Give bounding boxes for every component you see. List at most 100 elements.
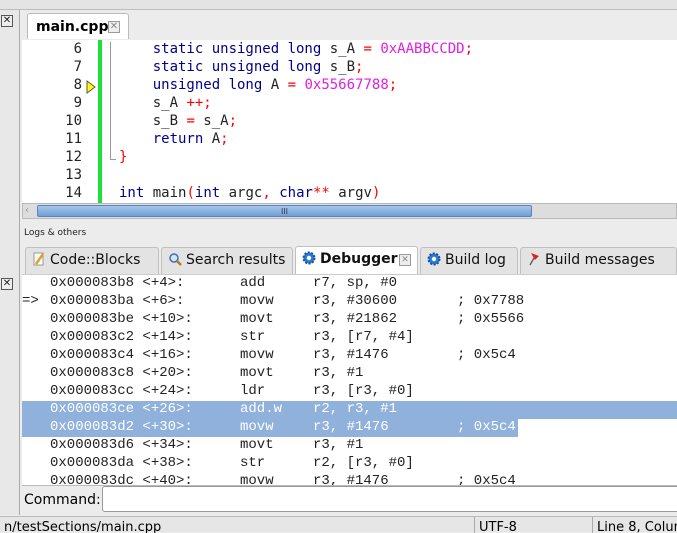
magnifier-icon (168, 252, 186, 268)
disassembly-row[interactable]: => 0x000083ba <+6>: movw r3, #30600 ; 0x7788 (22, 293, 677, 311)
status-position: Line 8, Colum (592, 517, 677, 533)
disassembly-row[interactable]: 0x000083d2 <+30>: movw r3, #1476 ; 0x5c4 (22, 419, 518, 437)
command-label: Command: (24, 492, 101, 508)
tab-main-cpp[interactable]: main.cpp ✕ (27, 13, 129, 39)
code-line: static unsigned long s_A = 0xAABBCCDD; (119, 41, 473, 57)
code-token: argc (220, 185, 263, 201)
disassembly-row[interactable]: 0x000083d6 <+34>: movt r3, #1 (22, 437, 677, 455)
code-token: 0xAABBCCDD (380, 41, 465, 57)
line-number: 13 (65, 167, 82, 183)
disassembly-row[interactable]: 0x000083dc <+40>: movw r3, #1476 ; 0x5c4 (22, 473, 677, 485)
mnemonic: add (240, 275, 266, 291)
address: 0x000083b8 <+4>: (50, 275, 185, 291)
code-token: argv (329, 185, 372, 201)
disassembly-row[interactable]: 0x000083c4 <+16>: movw r3, #1476 ; 0x5c4 (22, 347, 677, 365)
disassembly-row[interactable]: 0x000083c8 <+20>: movt r3, #1 (22, 365, 677, 383)
code-line: int main(int argc, char** argv) (119, 185, 380, 201)
tab-build-messages[interactable]: Build messages (520, 247, 677, 274)
close-tab-icon[interactable]: ✕ (108, 21, 120, 33)
disassembly-row[interactable]: 0x000083be <+10>: movt r3, #21862 ; 0x5566 (22, 311, 677, 329)
disassembly-view[interactable]: 0x000083b8 <+4>: add r7, sp, #0 => 0x000083b… (22, 274, 677, 485)
operands: r3, #30600 (313, 293, 398, 309)
scroll-left-icon[interactable]: ‹ (25, 205, 29, 216)
top-toolbar-strip (0, 0, 677, 10)
close-icon[interactable]: ✕ (1, 278, 13, 290)
tab-label: Code::Blocks (50, 252, 141, 268)
disassembly-row[interactable]: 0x000083cc <+24>: ldr r3, [r3, #0] (22, 383, 677, 401)
tab-label: Search results (186, 252, 286, 268)
code-token: s_A (194, 113, 229, 129)
close-icon[interactable]: ✕ (1, 15, 13, 27)
comment: ; 0x5566 (457, 311, 525, 327)
operands: r7, sp, #0 (313, 275, 398, 291)
line-number: 7 (73, 59, 82, 75)
horizontal-scrollbar[interactable]: ‹ III (22, 203, 677, 219)
pencil-icon (32, 252, 50, 268)
line-number: 9 (73, 95, 82, 111)
address: 0x000083dc <+40>: (50, 473, 193, 485)
command-input[interactable] (102, 486, 677, 512)
changebar (98, 40, 102, 203)
code-token: return (152, 131, 204, 147)
mnemonic: movt (240, 311, 274, 327)
address: 0x000083cc <+24>: (50, 383, 193, 399)
code-token: A (203, 131, 221, 147)
code-token: = (186, 113, 195, 129)
disassembly-row[interactable]: 0x000083b8 <+4>: add r7, sp, #0 (22, 275, 677, 293)
code-token: static unsigned long (152, 41, 322, 57)
left-panel: ✕ ✕ (0, 10, 20, 515)
tab-build-log[interactable]: Build log (420, 247, 518, 274)
tab-debugger[interactable]: Debugger ✕ (295, 246, 418, 274)
operands: r2, r3, #1 (313, 401, 398, 417)
code-token: int (119, 185, 145, 201)
code-editor[interactable]: 6 static unsigned long s_A = 0xAABBCCDD;… (22, 40, 677, 203)
code-line: static unsigned long s_B; (119, 59, 364, 75)
line-number: 11 (65, 131, 82, 147)
mnemonic: add.w (240, 401, 283, 417)
code-line: unsigned long A = 0x55667788; (119, 77, 397, 93)
current-marker: => (22, 293, 39, 309)
code-token: ; (355, 59, 364, 75)
disassembly-row[interactable]: 0x000083c2 <+14>: str r3, [r7, #4] (22, 329, 677, 347)
tab-label: Debugger (320, 251, 398, 267)
tab-search-results[interactable]: Search results (161, 247, 293, 274)
operands: r3, #1 (313, 365, 364, 381)
close-tab-icon[interactable]: ✕ (399, 254, 411, 266)
code-token: ; (228, 113, 238, 129)
address: 0x000083c8 <+20>: (50, 365, 193, 381)
code-token: A (262, 77, 288, 93)
tab-label: main.cpp (36, 19, 109, 35)
mnemonic: ldr (240, 383, 266, 399)
code-token: static unsigned long (152, 59, 322, 75)
code-token: = (363, 41, 372, 57)
operands: r3, #21862 (313, 311, 398, 327)
scrollbar-thumb[interactable]: III (37, 205, 532, 217)
mnemonic: movw (240, 293, 274, 309)
tab-code-blocks[interactable]: Code::Blocks (25, 247, 159, 274)
code-line: return A; (119, 131, 229, 147)
code-token: s_B (321, 59, 356, 75)
code-token: ( (186, 185, 195, 201)
code-token: int (194, 185, 221, 201)
code-token: } (119, 149, 128, 165)
address: 0x000083da <+38>: (50, 455, 193, 471)
code-token: ++; (186, 95, 212, 111)
comment: ; 0x5c4 (457, 473, 516, 485)
code-line: s_B = s_A; (119, 113, 237, 129)
code-token: ; (464, 41, 474, 57)
gear-icon (302, 251, 320, 267)
operands: r3, #1 (313, 437, 364, 453)
disassembly-row[interactable]: 0x000083ce <+26>: add.w r2, r3, #1 (22, 401, 677, 419)
mnemonic: movt (240, 437, 274, 453)
mnemonic: str (240, 329, 266, 345)
address: 0x000083c4 <+16>: (50, 347, 193, 363)
status-file-path: n/testSections/main.cpp (4, 520, 162, 533)
code-token: main (144, 185, 187, 201)
code-token: s_A (119, 95, 187, 111)
code-line: s_A ++; (119, 95, 212, 111)
disassembly-row[interactable]: 0x000083da <+38>: str r2, [r3, #0] (22, 455, 677, 473)
operands: r3, #1476 (313, 347, 389, 363)
